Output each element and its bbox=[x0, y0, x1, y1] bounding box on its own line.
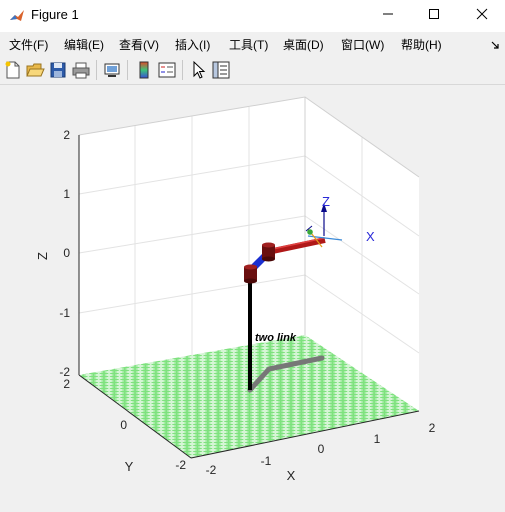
link-plot-icon[interactable] bbox=[102, 60, 122, 80]
menu-file[interactable]: 文件(F) bbox=[9, 36, 48, 53]
y-tick-label: -2 bbox=[175, 458, 186, 472]
menu-edit[interactable]: 编辑(E) bbox=[64, 36, 104, 53]
z-ticks: 2 1 0 -1 -2 bbox=[59, 128, 70, 379]
menu-tools[interactable]: 工具(T) bbox=[229, 36, 268, 53]
toolbar-separator bbox=[127, 60, 128, 80]
menu-desktop[interactable]: 桌面(D) bbox=[283, 36, 324, 53]
robot-joint-1 bbox=[244, 264, 257, 284]
x-tick-label: 0 bbox=[318, 442, 325, 456]
frame-x-label: X bbox=[366, 229, 375, 244]
maximize-icon bbox=[428, 7, 440, 25]
property-inspector-icon[interactable] bbox=[211, 60, 231, 80]
colorbar-icon[interactable] bbox=[134, 60, 154, 80]
open-file-icon[interactable] bbox=[25, 60, 45, 80]
z-tick-label: -1 bbox=[59, 306, 70, 320]
menu-insert[interactable]: 插入(I) bbox=[175, 36, 210, 53]
print-icon[interactable] bbox=[71, 60, 91, 80]
matlab-icon bbox=[9, 8, 25, 24]
x-axis-label: X bbox=[287, 468, 296, 483]
axes-3d[interactable]: 2 1 0 -1 -2 Z 2 0 -2 Y -2 -1 0 1 2 X two… bbox=[0, 85, 505, 507]
minimize-icon bbox=[382, 7, 394, 25]
y-tick-label: 2 bbox=[63, 377, 70, 391]
frame-origin-dot bbox=[307, 229, 313, 235]
x-tick-label: 1 bbox=[374, 432, 381, 446]
x-tick-label: 2 bbox=[429, 421, 436, 435]
x-tick-label: -2 bbox=[206, 463, 217, 477]
figure-window: Figure 1 文件(F) 编辑(E) 查看(V) 插入(I) 工具(T) 桌… bbox=[0, 0, 505, 507]
y-axis-label: Y bbox=[125, 459, 134, 474]
minimize-button[interactable] bbox=[365, 0, 411, 32]
menu-view[interactable]: 查看(V) bbox=[119, 36, 159, 53]
robot-name-label: two link bbox=[255, 332, 297, 344]
figure-toolbar bbox=[0, 56, 505, 85]
toolbar-separator bbox=[96, 60, 97, 80]
menu-help[interactable]: 帮助(H) bbox=[401, 36, 442, 53]
close-button[interactable] bbox=[459, 0, 505, 32]
x-tick-label: -1 bbox=[261, 454, 272, 468]
z-tick-label: 0 bbox=[63, 246, 70, 260]
z-tick-label: 2 bbox=[63, 128, 70, 142]
z-axis-label: Z bbox=[35, 252, 50, 260]
title-bar[interactable]: Figure 1 bbox=[0, 0, 505, 32]
dock-arrow-icon[interactable] bbox=[491, 37, 500, 55]
y-tick-label: 0 bbox=[120, 418, 127, 432]
close-icon bbox=[476, 7, 488, 25]
frame-z-label: Z bbox=[322, 194, 330, 209]
save-icon[interactable] bbox=[48, 60, 68, 80]
window-title: Figure 1 bbox=[31, 7, 79, 22]
robot-joint-2 bbox=[262, 242, 275, 262]
edit-plot-icon[interactable] bbox=[189, 60, 209, 80]
menu-bar: 文件(F) 编辑(E) 查看(V) 插入(I) 工具(T) 桌面(D) 窗口(W… bbox=[0, 32, 505, 56]
new-figure-icon[interactable] bbox=[3, 60, 23, 80]
legend-icon[interactable] bbox=[157, 60, 177, 80]
z-tick-label: 1 bbox=[63, 187, 70, 201]
maximize-button[interactable] bbox=[411, 0, 457, 32]
plot-area[interactable]: 2 1 0 -1 -2 Z 2 0 -2 Y -2 -1 0 1 2 X two… bbox=[0, 85, 505, 507]
toolbar-separator bbox=[182, 60, 183, 80]
menu-window[interactable]: 窗口(W) bbox=[341, 36, 384, 53]
